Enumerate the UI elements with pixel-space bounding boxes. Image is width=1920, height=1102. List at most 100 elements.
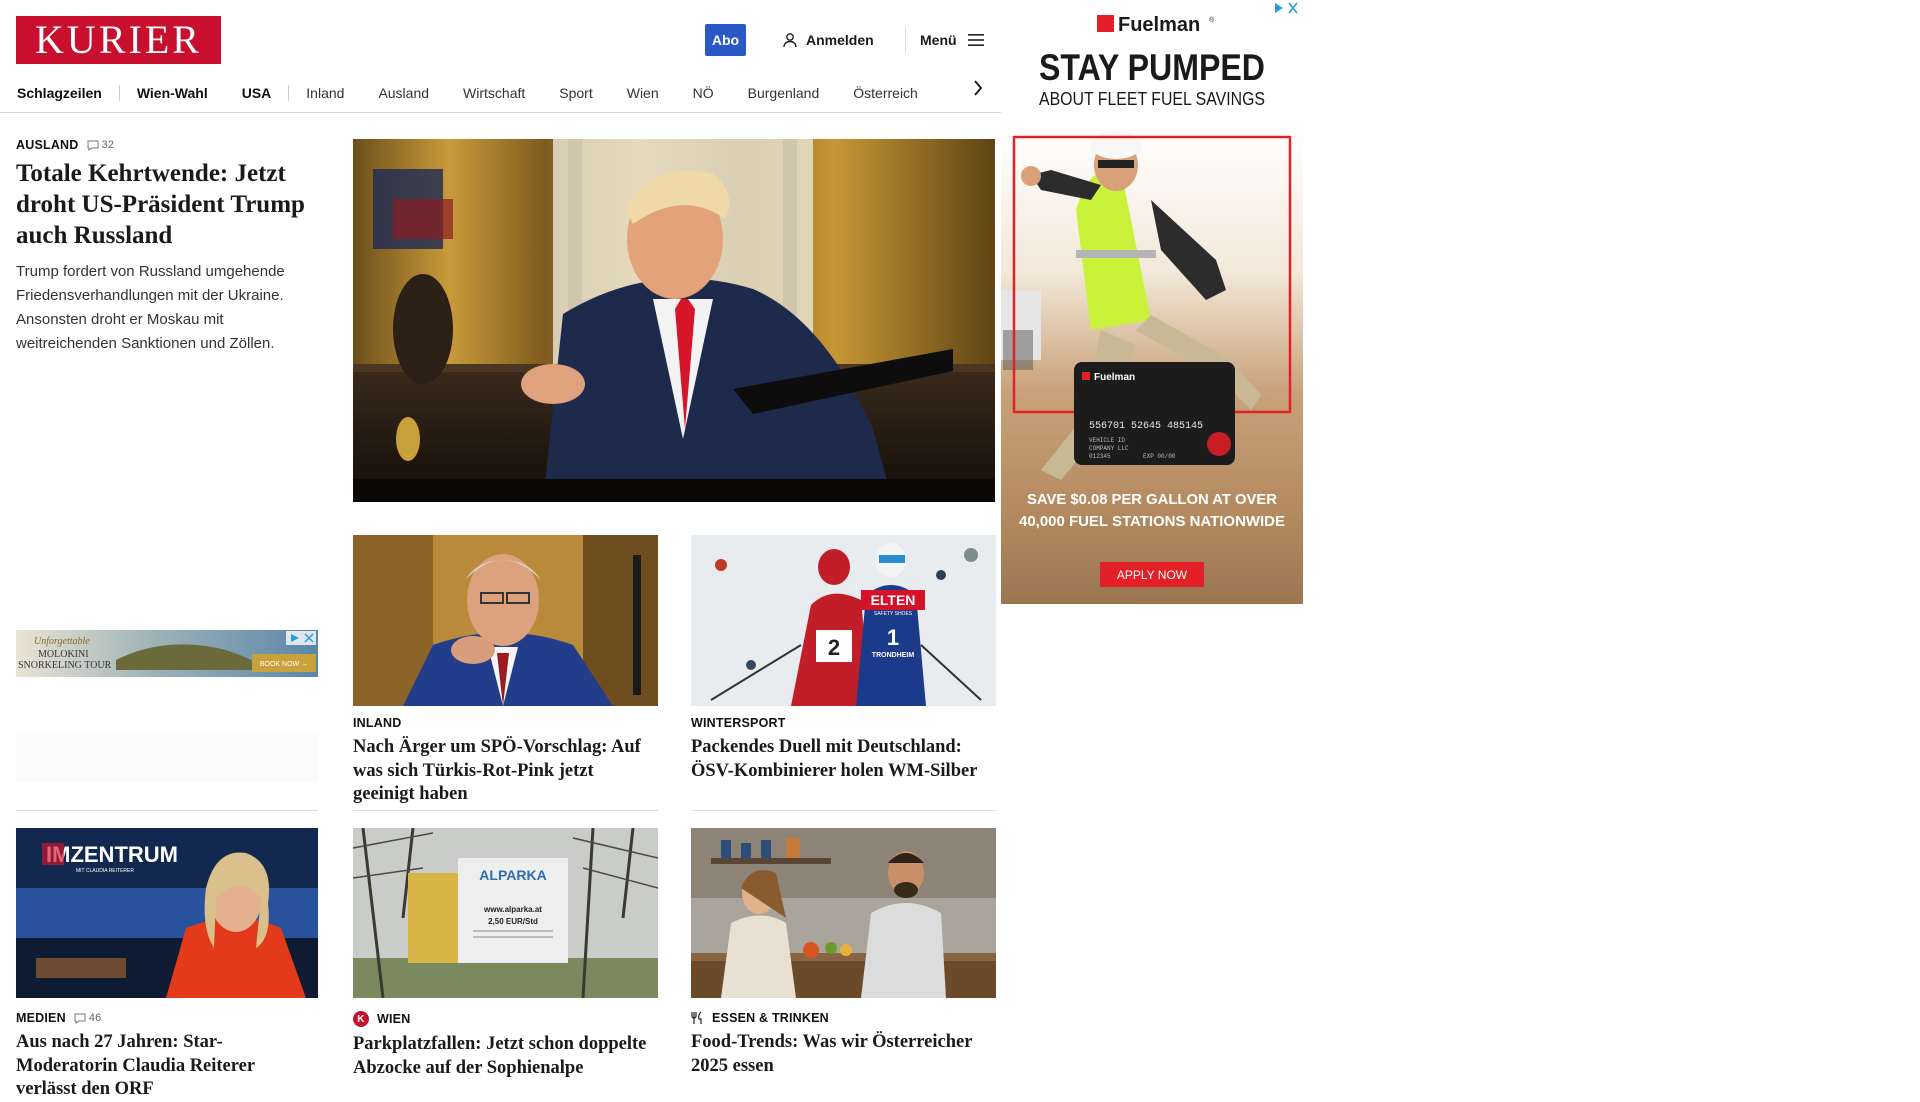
article-card-wien[interactable]: K WIEN Parkplatzfallen: Jetzt schon dopp…: [353, 1011, 655, 1080]
apply-now-button[interactable]: APPLY NOW: [1117, 568, 1188, 582]
lead-headline[interactable]: Totale Kehrtwende: Jetzt droht US-Präsid…: [16, 158, 320, 251]
divider: [16, 810, 318, 811]
bib-sponsor-subtext: SAFETY SHOES: [874, 611, 913, 617]
skiers-photo: 2 ELTEN SAFETY SHOES 1 TRONDHEIM: [691, 535, 996, 706]
category-label: AUSLAND: [16, 138, 79, 152]
nav-item-burgenland[interactable]: Burgenland: [731, 85, 837, 101]
card-number-text: 556701 52645 485145: [1089, 421, 1203, 432]
ad-brand-text: Fuelman: [1118, 14, 1200, 36]
card-meta: MEDIEN 46: [16, 1011, 318, 1025]
nav-item-inland[interactable]: Inland: [289, 85, 361, 101]
section-nav: Schlagzeilen Wien-Wahl USA Inland Auslan…: [16, 76, 984, 110]
category-label: ESSEN & TRINKEN: [712, 1011, 829, 1025]
nav-item-ausland[interactable]: Ausland: [361, 85, 446, 101]
parking-sign-photo: ALPARKA www.alparka.at 2,50 EUR/Std: [353, 828, 658, 998]
article-card-medien[interactable]: MEDIEN 46 Aus nach 27 Jahren: Star-Moder…: [16, 1011, 318, 1102]
card-meta: K WIEN: [353, 1011, 655, 1027]
ad-savings-line1: SAVE $0.08 PER GALLON AT OVER: [1027, 491, 1277, 508]
chevron-right-icon: [974, 80, 983, 96]
card-headline[interactable]: Nach Ärger um SPÖ-Vorschlag: Auf was sic…: [353, 736, 655, 807]
ad-text-line3: SNORKELING TOUR: [18, 660, 112, 671]
card-brand-text: Fuelman: [1094, 372, 1135, 383]
card-image-inland[interactable]: [353, 535, 658, 706]
show-logo-subtext: MIT CLAUDIA REITERER: [76, 868, 134, 874]
kurier-plus-icon: K: [353, 1011, 369, 1027]
sign-url-text: www.alparka.at: [483, 905, 542, 914]
bib-sponsor-text: ELTEN: [871, 592, 916, 608]
kurier-logo[interactable]: KURIER: [16, 16, 221, 64]
nav-item-usa[interactable]: USA: [225, 85, 289, 101]
header-bottom-border: [0, 112, 1001, 113]
nav-item-wien-wahl[interactable]: Wien-Wahl: [120, 85, 225, 101]
politician-photo: [353, 535, 658, 706]
nav-item-wien[interactable]: Wien: [610, 85, 676, 101]
trump-photo: [353, 139, 995, 502]
nav-scroll-right[interactable]: [970, 77, 986, 99]
ad-subheadline: ABOUT FLEET FUEL SAVINGS: [1039, 89, 1265, 109]
card-meta: WINTERSPORT: [691, 716, 993, 730]
card-headline[interactable]: Food-Trends: Was wir Österreicher 2025 e…: [691, 1031, 993, 1078]
divider: [691, 810, 996, 811]
article-card-essen[interactable]: ESSEN & TRINKEN Food-Trends: Was wir Öst…: [691, 1011, 993, 1078]
presenter-photo: IMZENTRUM MIT CLAUDIA REITERER: [16, 828, 318, 998]
ad-cta-label: BOOK NOW →: [260, 661, 308, 668]
nav-item-noe[interactable]: NÖ: [676, 85, 731, 101]
lead-image[interactable]: [353, 139, 995, 502]
nav-item-wirtschaft[interactable]: Wirtschaft: [446, 85, 542, 101]
card-line1: VEHICLE ID: [1089, 437, 1125, 444]
kitchen-photo: [691, 828, 996, 998]
header-divider: [905, 27, 906, 53]
fuelman-ad[interactable]: Fuelman ® STAY PUMPED ABOUT FLEET FUEL S…: [1001, 0, 1303, 604]
card-image-wien[interactable]: ALPARKA www.alparka.at 2,50 EUR/Std: [353, 828, 658, 998]
article-card-wintersport[interactable]: WINTERSPORT Packendes Duell mit Deutschl…: [691, 716, 993, 783]
card-meta: INLAND: [353, 716, 655, 730]
ad-brand-mark: ®: [1209, 16, 1215, 24]
hamburger-icon: [967, 34, 984, 46]
comment-icon: [87, 140, 99, 151]
card-image-wintersport[interactable]: 2 ELTEN SAFETY SHOES 1 TRONDHEIM: [691, 535, 996, 706]
comment-count[interactable]: 32: [87, 139, 115, 151]
ad-savings-line2: 40,000 FUEL STATIONS NATIONWIDE: [1019, 513, 1285, 530]
divider: [353, 810, 658, 811]
menu-label: Menü: [920, 32, 957, 48]
ad-headline: STAY PUMPED: [1039, 47, 1265, 88]
bib-city-text: TRONDHEIM: [872, 652, 915, 659]
sign-brand-text: ALPARKA: [479, 867, 546, 883]
card-headline[interactable]: Packendes Duell mit Deutschland: ÖSV-Kom…: [691, 736, 993, 783]
card-image-medien[interactable]: IMZENTRUM MIT CLAUDIA REITERER: [16, 828, 318, 998]
ad-text-line1: Unforgettable: [34, 636, 90, 647]
nav-item-schlagzeilen[interactable]: Schlagzeilen: [16, 85, 119, 101]
comment-count-value: 46: [88, 1012, 102, 1024]
lead-article[interactable]: AUSLAND 32 Totale Kehrtwende: Jetzt droh…: [16, 138, 320, 356]
card-line2: COMPANY LLC: [1089, 445, 1129, 452]
nav-item-oesterreich[interactable]: Österreich: [836, 85, 935, 101]
category-label: MEDIEN: [16, 1011, 66, 1025]
user-icon: [783, 33, 797, 48]
login-button[interactable]: Anmelden: [782, 30, 874, 50]
fork-knife-icon: [691, 1011, 702, 1024]
comment-count-value: 32: [101, 139, 115, 151]
category-label: INLAND: [353, 716, 402, 730]
snorkeling-ad-banner: Unforgettable MOLOKINI SNORKELING TOUR B…: [16, 630, 318, 677]
snorkeling-ad[interactable]: Unforgettable MOLOKINI SNORKELING TOUR B…: [16, 630, 318, 677]
category-label: WINTERSPORT: [691, 716, 786, 730]
bib-number-2: 2: [828, 635, 840, 660]
sign-price-text: 2,50 EUR/Std: [488, 917, 538, 926]
menu-button[interactable]: Menü: [920, 30, 985, 50]
ad-placeholder: [16, 734, 318, 782]
login-label: Anmelden: [806, 32, 874, 48]
card-line3: 012345: [1089, 453, 1111, 460]
show-logo-text: IMZENTRUM: [46, 842, 178, 867]
bib-number-1: 1: [887, 625, 899, 650]
card-headline[interactable]: Aus nach 27 Jahren: Star-Moderatorin Cla…: [16, 1031, 318, 1102]
lead-meta: AUSLAND 32: [16, 138, 320, 152]
comment-count[interactable]: 46: [74, 1012, 102, 1024]
card-image-essen[interactable]: [691, 828, 996, 998]
comment-icon: [74, 1013, 86, 1024]
card-headline[interactable]: Parkplatzfallen: Jetzt schon doppelte Ab…: [353, 1033, 655, 1080]
abo-button[interactable]: Abo: [705, 24, 746, 56]
card-meta: ESSEN & TRINKEN: [691, 1011, 993, 1025]
nav-item-sport[interactable]: Sport: [542, 85, 609, 101]
article-card-inland[interactable]: INLAND Nach Ärger um SPÖ-Vorschlag: Auf …: [353, 716, 655, 807]
fuelman-ad-creative: Fuelman ® STAY PUMPED ABOUT FLEET FUEL S…: [1001, 0, 1303, 604]
